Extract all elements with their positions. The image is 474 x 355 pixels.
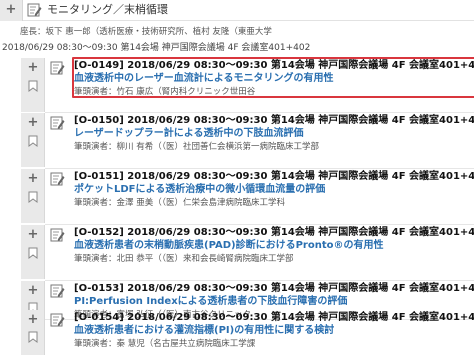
bookmark-flag-icon[interactable] <box>28 247 38 259</box>
memo-edit-icon[interactable] <box>50 228 65 242</box>
add-item-icon[interactable]: + <box>26 61 40 74</box>
abstract-item[interactable]: + [O-0149] 2018/06/29 08:30～09:30 第14会場 … <box>21 57 474 112</box>
abstract-item[interactable]: + [O-0150] 2018/06/29 08:30～09:30 第14会場 … <box>21 113 474 167</box>
memo-edit-icon[interactable] <box>50 284 65 298</box>
memo-edit-icon[interactable] <box>50 61 65 75</box>
item-author: 筆頭演者：秦 慧児（名古屋共立病院臨床工学課 <box>74 339 256 349</box>
session-gutter: + <box>0 0 23 21</box>
add-item-icon[interactable]: + <box>26 284 40 297</box>
add-item-icon[interactable]: + <box>26 172 40 185</box>
memo-edit-icon[interactable] <box>50 116 65 130</box>
item-gutter: + <box>21 169 45 223</box>
item-header: [O-0153] 2018/06/29 08:30～09:30 第14会場 神戸… <box>74 283 474 294</box>
item-title-link[interactable]: 血液透析患者における灌流指標(PI)の有用性に関する検討 <box>74 324 472 337</box>
item-header: [O-0151] 2018/06/29 08:30～09:30 第14会場 神戸… <box>74 171 474 182</box>
add-item-icon[interactable]: + <box>26 116 40 129</box>
session-chairs: 座長：坂下 惠一郎（透析医療・技術研究所、植村 友隆（東亜大学 <box>20 27 272 37</box>
abstract-item[interactable]: + [O-0152] 2018/06/29 08:30～09:30 第14会場 … <box>21 225 474 279</box>
bookmark-flag-icon[interactable] <box>28 331 38 343</box>
item-title-link[interactable]: レーザードップラー計による透析中の下肢血流評価 <box>74 127 472 140</box>
item-title-link[interactable]: ポケットLDFによる透析治療中の微小循環血流量の評価 <box>74 183 472 196</box>
session-time: 2018/06/29 08:30～09:30 第14会場 神戸国際会議場 4F … <box>2 43 311 53</box>
abstract-item[interactable]: + [O-0151] 2018/06/29 08:30～09:30 第14会場 … <box>21 169 474 223</box>
memo-edit-icon[interactable] <box>50 313 65 327</box>
item-author: 筆頭演者：北田 恭平（（医）来和会長崎腎病院臨床工学部 <box>74 254 294 264</box>
add-session-icon[interactable]: + <box>4 3 18 16</box>
item-header: [O-0149] 2018/06/29 08:30～09:30 第14会場 神戸… <box>74 60 474 71</box>
item-title-link[interactable]: PI:Perfusion Indexによる透析患者の下肢血行障害の評価 <box>74 295 472 308</box>
item-header: [O-0152] 2018/06/29 08:30～09:30 第14会場 神戸… <box>74 227 474 238</box>
item-gutter: + <box>21 113 45 167</box>
bookmark-flag-icon[interactable] <box>28 80 38 92</box>
item-author: 筆頭演者：竹石 康広（腎内科クリニック世田谷 <box>74 87 256 97</box>
session-title[interactable]: モニタリング／末梢循環 <box>47 3 168 17</box>
memo-edit-icon[interactable] <box>27 3 42 17</box>
item-header: [O-0150] 2018/06/29 08:30～09:30 第14会場 神戸… <box>74 115 474 126</box>
abstract-item[interactable]: + [O-0154] 2018/06/29 08:30～09:30 第14会場 … <box>21 310 474 355</box>
session-header: + モニタリング／末梢循環 <box>0 0 474 21</box>
item-title-link[interactable]: 血液透析中のレーザー血流計によるモニタリングの有用性 <box>74 72 472 85</box>
add-item-icon[interactable]: + <box>26 313 40 326</box>
item-author: 筆頭演者：柳川 有希（（医）社団善仁会横浜第一病院臨床工学部 <box>74 142 319 152</box>
memo-edit-icon[interactable] <box>50 172 65 186</box>
item-gutter: + <box>21 58 45 112</box>
add-item-icon[interactable]: + <box>26 228 40 241</box>
item-gutter: + <box>21 310 45 355</box>
item-title-link[interactable]: 血液透析患者の末梢動脈疾患(PAD)診断におけるPronto®の有用性 <box>74 239 472 252</box>
item-author: 筆頭演者：金澤 亜美（（医）仁栄会島津病院臨床工学科 <box>74 198 285 208</box>
bookmark-flag-icon[interactable] <box>28 191 38 203</box>
bookmark-flag-icon[interactable] <box>28 135 38 147</box>
item-gutter: + <box>21 225 45 279</box>
item-header: [O-0154] 2018/06/29 08:30～09:30 第14会場 神戸… <box>74 312 474 323</box>
